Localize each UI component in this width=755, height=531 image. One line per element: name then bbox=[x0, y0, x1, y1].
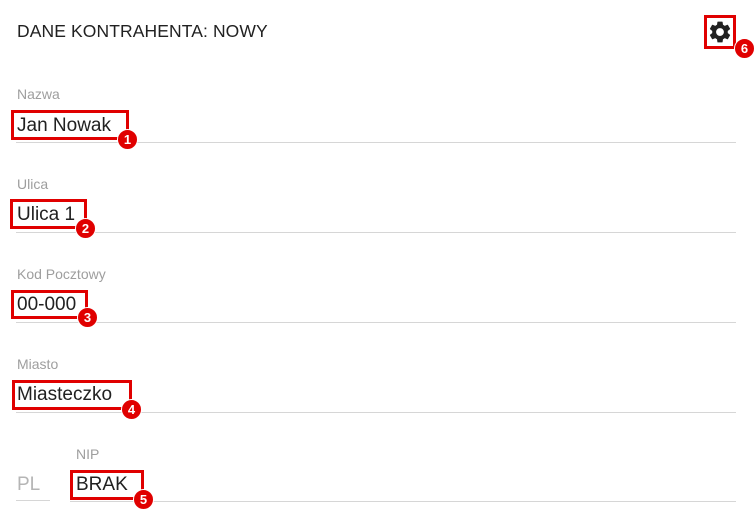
field-label-miasto: Miasto bbox=[17, 356, 59, 372]
field-underline-ulica bbox=[16, 232, 736, 233]
nip-prefix: PL bbox=[17, 474, 41, 495]
annotation-badge-1: 1 bbox=[117, 129, 138, 150]
highlight-box-4 bbox=[12, 380, 132, 410]
field-label-kod-pocztowy: Kod Pocztowy bbox=[17, 266, 106, 282]
field-label-nip: NIP bbox=[76, 446, 100, 462]
field-label-ulica: Ulica bbox=[17, 176, 49, 192]
field-underline-nip bbox=[70, 501, 736, 502]
annotation-badge-6: 6 bbox=[734, 38, 755, 59]
annotation-badge-5: 5 bbox=[133, 489, 154, 510]
page-title: DANE KONTRAHENTA: NOWY bbox=[17, 21, 268, 41]
field-underline-kod-pocztowy bbox=[16, 322, 736, 323]
highlight-box-1 bbox=[11, 110, 129, 140]
field-label-nazwa: Nazwa bbox=[17, 86, 60, 102]
nip-prefix-underline bbox=[16, 500, 50, 501]
annotation-badge-4: 4 bbox=[121, 399, 142, 420]
annotation-badge-3: 3 bbox=[77, 307, 98, 328]
annotation-badge-2: 2 bbox=[75, 218, 96, 239]
highlight-box-6 bbox=[704, 15, 736, 49]
